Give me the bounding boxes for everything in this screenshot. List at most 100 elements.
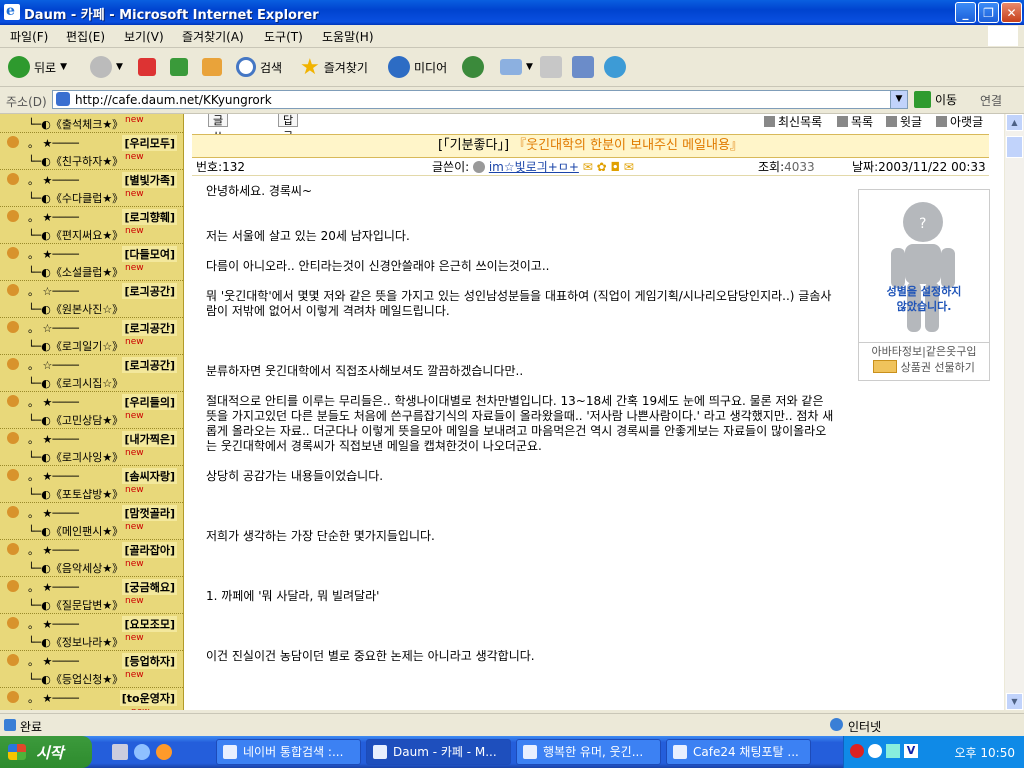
sidebar-category[interactable]: 。 ★──── [우리모두] — [0, 133, 183, 151]
sidebar-board-link[interactable]: └─◐《질문답변★》 new — [0, 595, 183, 614]
sidebar-category[interactable]: 。 ☆──── [로긔공간] — [0, 318, 183, 336]
post-info: 번호:132 글쓴이: im☆빛로긔+ㅁ+ ✉ ✿ ◘ ✉ 조회:4033 날짜… — [192, 157, 989, 176]
sidebar-category[interactable]: 。 ★──── [로긔향훼] — [0, 207, 183, 225]
post-paragraph — [206, 274, 836, 289]
history-button[interactable] — [462, 54, 484, 80]
sidebar-category[interactable]: 。 ★──── [솜씨자랑] — [0, 466, 183, 484]
gift-card-link[interactable]: 상품권 선물하기 — [859, 359, 989, 375]
sidebar-board-link[interactable]: └─◐《출석체크★》 new — [0, 114, 183, 133]
show-desktop-icon[interactable] — [112, 744, 128, 760]
sidebar-board-link[interactable]: └─◐《음악세상★》 new — [0, 558, 183, 577]
clock: 오후 10:50 — [954, 746, 1015, 760]
print-button[interactable] — [540, 54, 562, 80]
sidebar-board-link[interactable]: └─◐《정보나라★》 new — [0, 632, 183, 651]
quick-launch — [112, 744, 172, 760]
sidebar-category[interactable]: 。 ★──── [to운영자] — [0, 688, 183, 706]
sidebar-category-name: [내가찍은] — [122, 431, 177, 447]
messenger-button[interactable] — [604, 54, 626, 80]
author-link[interactable]: im☆빛로긔+ㅁ+ — [489, 160, 579, 174]
ie-quick-icon[interactable] — [134, 744, 150, 760]
sidebar-board-link[interactable]: └─◐《로긔시집☆》 — [0, 373, 183, 392]
scroll-up-button[interactable]: ▲ — [1006, 114, 1023, 131]
sidebar-category[interactable]: 。 ★──── [맘껏골라] — [0, 503, 183, 521]
latest-list-link[interactable]: 최신목록 — [764, 114, 822, 130]
address-input[interactable]: http://cafe.daum.net/KKyungrork ▼ — [52, 90, 908, 109]
sidebar-label: 。 ★──── — [28, 248, 79, 261]
close-button[interactable]: ✕ — [1001, 2, 1022, 23]
taskbar-item-naver[interactable]: 네이버 통합검색 :... — [216, 739, 361, 765]
search-button[interactable]: 검색 — [236, 54, 282, 80]
sidebar-category[interactable]: 。 ☆──── [로긔공간] — [0, 355, 183, 373]
sidebar-board-link[interactable]: └─◐《원본사진☆》 — [0, 299, 183, 318]
sidebar-category[interactable]: 。 ★──── [내가찍은] — [0, 429, 183, 447]
sidebar-label: └─◐《로긔일기☆》 — [28, 340, 124, 353]
list-icon — [764, 116, 775, 127]
menu-favorites[interactable]: 즐겨찾기(A) — [182, 28, 244, 45]
menu-tools[interactable]: 도구(T) — [264, 28, 303, 45]
sidebar-board-link[interactable]: └─◐《소설클럽★》 new — [0, 262, 183, 281]
media-quick-icon[interactable] — [156, 744, 172, 760]
go-button[interactable]: 이동 — [914, 91, 957, 108]
sidebar-category[interactable]: 。 ★──── [등업하자] — [0, 651, 183, 669]
taskbar-item-cafe24[interactable]: Cafe24 채팅포탈 ... — [666, 739, 811, 765]
sidebar-board-link[interactable]: └─◐《고민상담★》 new — [0, 410, 183, 429]
sidebar-category-name: [로긔공간] — [122, 357, 177, 373]
minimize-button[interactable]: _ — [955, 2, 976, 23]
new-badge: new — [125, 115, 144, 125]
taskbar-item-humor[interactable]: 행복한 유머, 웃긴... — [516, 739, 661, 765]
stop-button[interactable] — [138, 54, 156, 80]
title-bar: e Daum - 카페 - Microsoft Internet Explore… — [0, 0, 1024, 25]
sidebar-category[interactable]: 。 ★──── [요모조모] — [0, 614, 183, 632]
mail-button[interactable]: ▼ — [500, 54, 533, 80]
write-button[interactable]: 글쓰기 — [208, 114, 229, 159]
sidebar-board-link[interactable]: └─◐《등업신청★》 new — [0, 669, 183, 688]
refresh-button[interactable] — [170, 54, 188, 80]
vertical-scrollbar[interactable]: ▲ ▼ — [1005, 114, 1024, 710]
address-dropdown[interactable]: ▼ — [890, 91, 907, 108]
scroll-down-button[interactable]: ▼ — [1006, 693, 1023, 710]
sidebar-board-link[interactable]: └─◐《로긔사잉★》 new — [0, 447, 183, 466]
favorites-button[interactable]: ★ 즐겨찾기 — [300, 54, 368, 80]
sidebar-board-link[interactable]: └─◐《포토샵방★》 new — [0, 484, 183, 503]
sidebar-category[interactable]: 。 ★──── [골라잡아] — [0, 540, 183, 558]
sidebar-category[interactable]: 。 ★──── [별빛가족] — [0, 170, 183, 188]
sidebar-label: └─◐《정보나라★》 — [28, 636, 124, 649]
links-label[interactable]: 연결 — [980, 92, 1002, 109]
sidebar-board-link[interactable]: └─◐《로긔일기☆》 new — [0, 336, 183, 355]
list-link[interactable]: 목록 — [837, 114, 873, 130]
menu-edit[interactable]: 편집(E) — [66, 28, 105, 45]
menu-view[interactable]: 보기(V) — [124, 28, 164, 45]
sidebar-category[interactable]: 。 ☆──── [로긔공간] — [0, 281, 183, 299]
sidebar-category[interactable]: 。 ★──── [다들모여] — [0, 244, 183, 262]
start-button[interactable]: 시작 — [0, 736, 92, 768]
sidebar-category[interactable]: 。 ★──── [우리들의] — [0, 392, 183, 410]
avatar-info-link[interactable]: 아바타정보|같은옷구입 — [859, 343, 989, 359]
next-post-link[interactable]: 아랫글 — [936, 114, 983, 130]
sidebar-label: 。 ☆──── — [28, 285, 79, 298]
sidebar-board-link[interactable]: └─◐《메인팬시★》 new — [0, 521, 183, 540]
reply-button[interactable]: 답글 — [278, 114, 299, 143]
sidebar-board-link[interactable]: └─◐《친구하자★》 new — [0, 151, 183, 170]
tray-icons[interactable]: V — [850, 744, 918, 758]
sidebar-category[interactable]: 。 ★──── [궁금해요] — [0, 577, 183, 595]
forward-button[interactable]: ▼ — [90, 54, 123, 80]
menu-help[interactable]: 도움말(H) — [322, 28, 374, 45]
maximize-button[interactable]: ❐ — [978, 2, 999, 23]
taskbar-item-daum[interactable]: Daum - 카페 - M... — [366, 739, 511, 765]
home-button[interactable] — [202, 54, 222, 80]
bell-icon — [7, 654, 19, 666]
sidebar-board-link[interactable]: └─◐《수다클럽★》 new — [0, 188, 183, 207]
back-button[interactable]: 뒤로 ▼ — [8, 54, 67, 80]
sidebar-board-link[interactable]: └─◐《편지써요★》 new — [0, 225, 183, 244]
media-button[interactable]: 미디어 — [388, 54, 447, 80]
scroll-thumb[interactable] — [1006, 136, 1023, 158]
post-paragraph — [206, 634, 836, 649]
post-paragraph: 뭐 '웃긴대학'에서 몇몇 저와 같은 뜻을 가지고 있는 성인남성분들을 대표… — [206, 289, 832, 318]
new-badge: new — [125, 411, 144, 421]
prev-post-link[interactable]: 윗글 — [886, 114, 922, 130]
menu-file[interactable]: 파일(F) — [10, 28, 48, 45]
svg-text:?: ? — [919, 216, 926, 232]
author-action-icons[interactable]: ✉ ✿ ◘ ✉ — [583, 160, 634, 174]
edit-button[interactable] — [572, 54, 594, 80]
sidebar-label: └─◐《음악세상★》 — [28, 562, 124, 575]
